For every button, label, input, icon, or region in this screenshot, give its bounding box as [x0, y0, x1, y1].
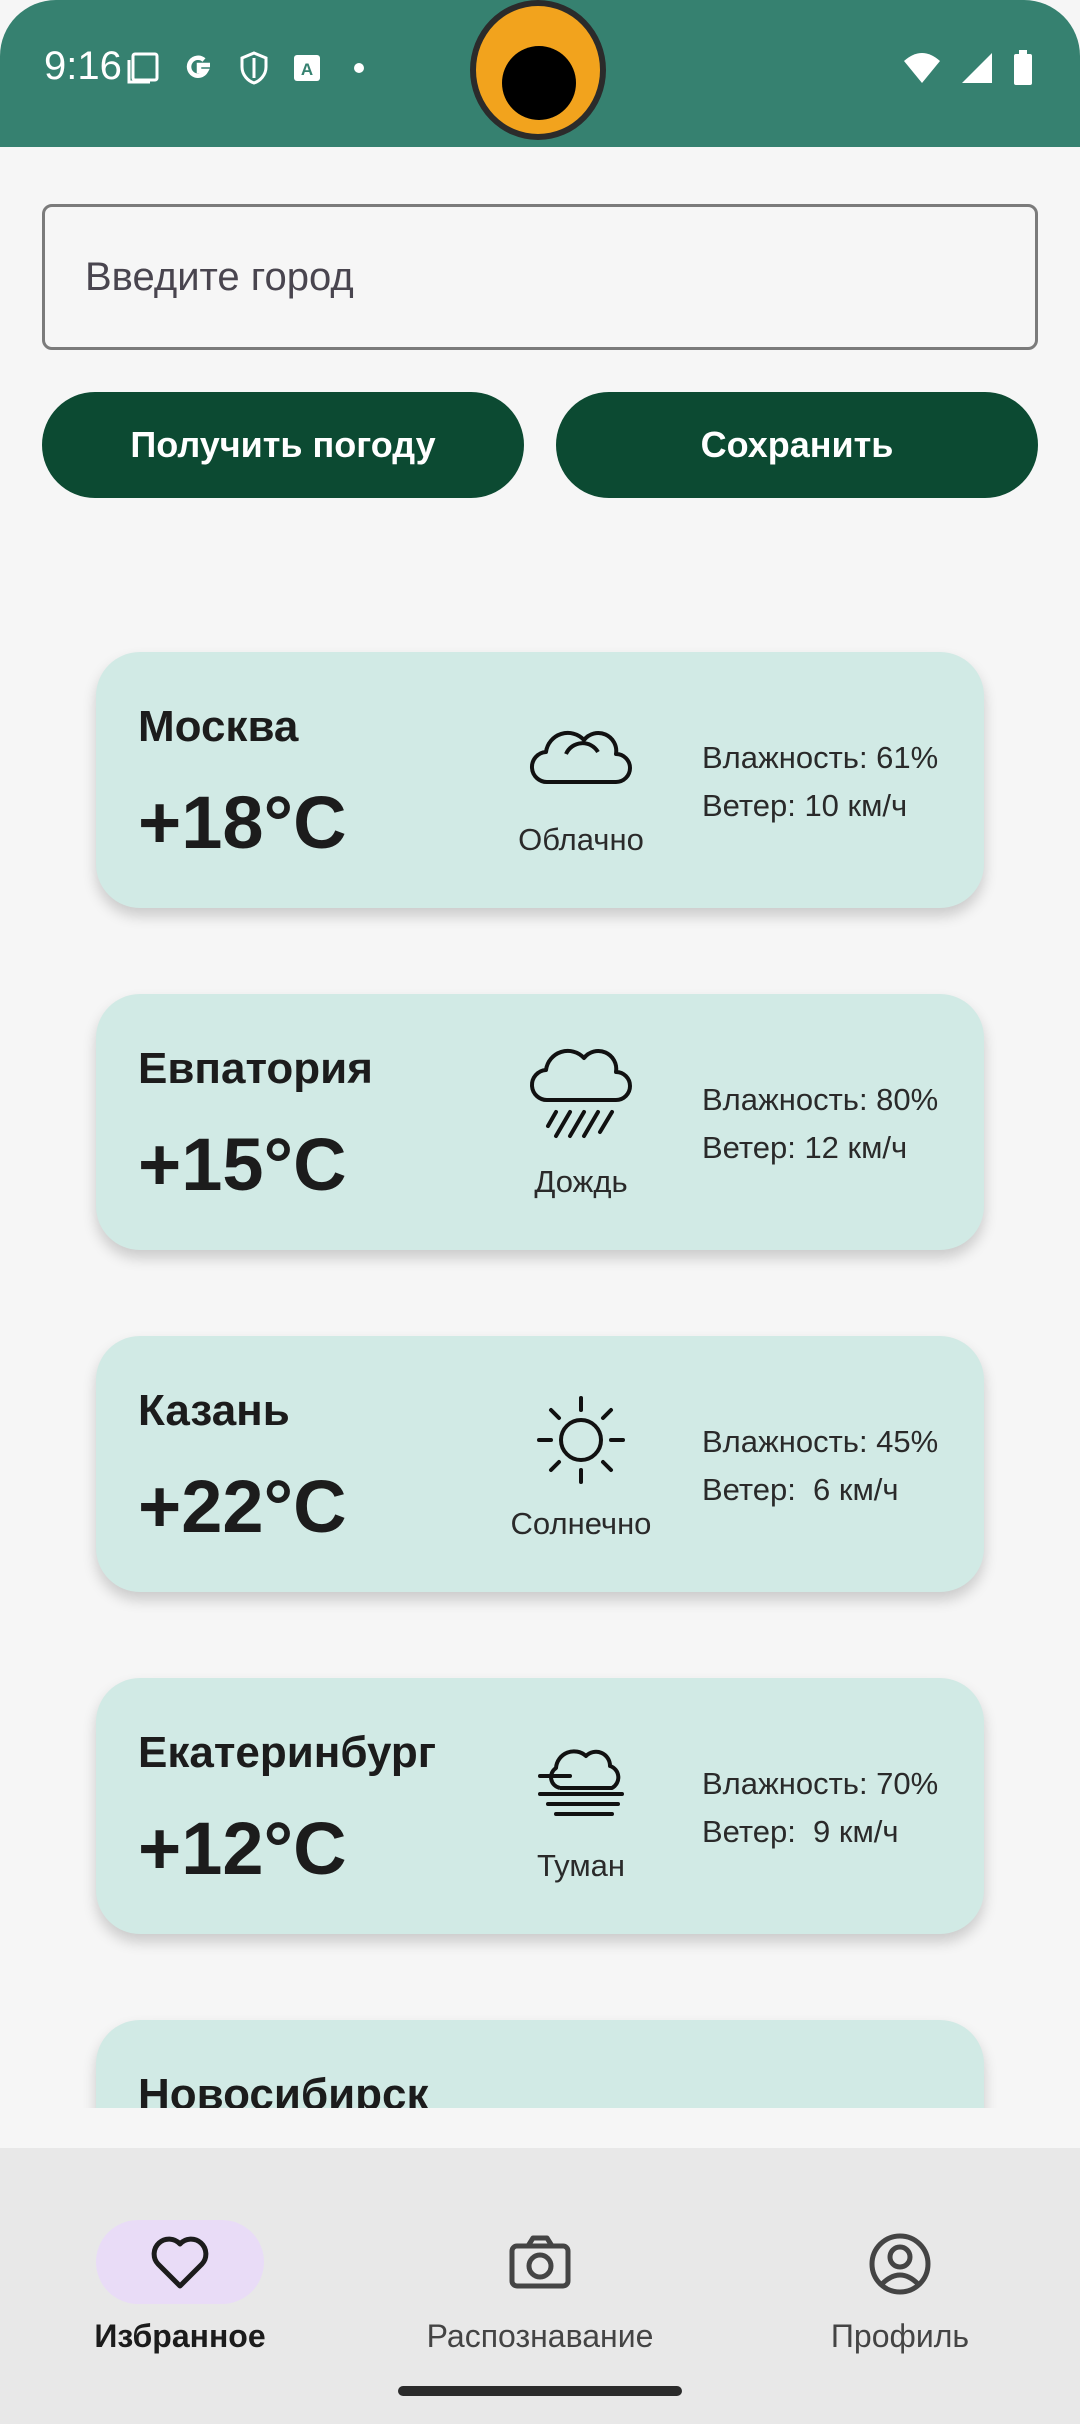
card-wind: Ветер: 9 км/ч [702, 1814, 899, 1849]
dot-icon [354, 63, 364, 73]
front-camera [470, 0, 606, 140]
weather-card[interactable]: Екатеринбург +12°C Туман Влажность: 70% … [96, 1678, 984, 1934]
battery-icon [1014, 50, 1032, 85]
card-humidity: Влажность: 70% [702, 1766, 939, 1801]
weather-card[interactable]: Москва +18°C Облачно Влажность: 61% Вете… [96, 652, 984, 908]
card-wind: Ветер: 10 км/ч [702, 788, 908, 823]
card-temperature: +18°C [138, 781, 347, 864]
save-button[interactable]: Сохранить [556, 392, 1038, 498]
shield-icon [240, 51, 268, 85]
nav-label-recognition: Распознавание [426, 2318, 654, 2354]
card-humidity: Влажность: 80% [702, 1082, 939, 1117]
card-city: Москва [138, 702, 299, 751]
get-weather-button[interactable]: Получить погоду [42, 392, 524, 498]
card-city: Новосибирск [138, 2070, 429, 2108]
card-temperature: +15°C [138, 1123, 347, 1206]
card-condition: Дождь [534, 1164, 628, 1199]
weather-card[interactable]: Евпатория +15°C Дождь Влажность: 80% Вет… [96, 994, 984, 1250]
wind-icon [526, 2080, 636, 2108]
favorites-list[interactable]: Москва +18°C Облачно Влажность: 61% Вете… [0, 600, 1080, 2108]
bottom-navigation: Избранное Распознавание Профиль [0, 2148, 1080, 2424]
status-icons-left: A [126, 50, 374, 86]
card-condition: Солнечно [510, 1506, 652, 1541]
fog-icon [538, 1749, 624, 1816]
wifi-icon [904, 53, 940, 83]
card-city: Казань [138, 1386, 290, 1435]
cloud-icon [529, 730, 632, 785]
card-wind: Ветер: 6 км/ч [702, 1472, 899, 1507]
card-city: Евпатория [138, 1044, 373, 1093]
rain-icon [529, 1048, 632, 1138]
card-humidity: Влажность: 45% [702, 1424, 939, 1459]
weather-card[interactable]: Казань +22°C Солнечно Влажность: 45% Вет… [96, 1336, 984, 1592]
camera-icon [509, 2235, 571, 2289]
card-temperature: +12°C [138, 1807, 347, 1890]
nav-label-favorites: Избранное [94, 2318, 266, 2354]
svg-text:A: A [301, 60, 313, 79]
nav-item-profile[interactable]: Профиль [720, 2188, 1080, 2354]
city-search-input[interactable] [42, 204, 1038, 350]
google-icon [186, 55, 210, 78]
screenshot-icon [127, 52, 159, 84]
camera-lens [502, 46, 576, 120]
card-city: Екатеринбург [138, 1728, 437, 1777]
card-wind: Ветер: 12 км/ч [702, 1130, 908, 1165]
nav-label-profile: Профиль [830, 2318, 970, 2354]
signal-icon [962, 53, 992, 83]
accessibility-icon: A [294, 55, 320, 81]
nav-item-favorites[interactable]: Избранное [0, 2188, 360, 2354]
card-condition: Туман [536, 1848, 626, 1883]
home-indicator[interactable] [398, 2386, 682, 2396]
card-condition: Облачно [518, 822, 644, 857]
profile-icon [869, 2233, 931, 2295]
nav-item-recognition[interactable]: Распознавание [360, 2188, 720, 2354]
card-temperature: +22°C [138, 1465, 347, 1548]
heart-icon [151, 2236, 209, 2289]
card-humidity: Влажность: 61% [702, 740, 939, 775]
status-time: 9:16 [44, 44, 122, 88]
weather-card[interactable]: Новосибирск [96, 2020, 984, 2108]
sun-icon [537, 1396, 625, 1484]
status-icons-right [902, 50, 1034, 86]
status-bar: 9:16 A [0, 0, 1080, 147]
